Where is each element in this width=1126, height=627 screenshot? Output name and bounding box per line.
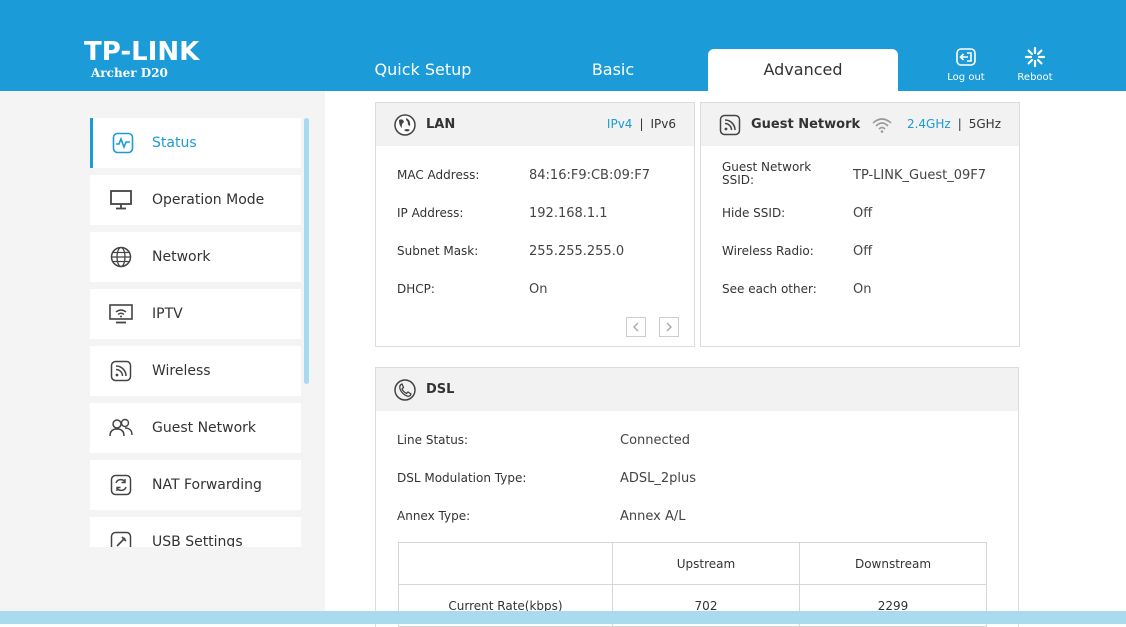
sidebar-item-label: Guest Network xyxy=(152,420,257,436)
reboot-icon xyxy=(1024,46,1046,68)
ip-version-separator: | xyxy=(639,117,644,131)
guest-title: Guest Network xyxy=(751,117,861,132)
reboot-button[interactable]: Reboot xyxy=(1005,46,1065,83)
band-24ghz-link[interactable]: 2.4GHz xyxy=(907,117,951,131)
dsl-title: DSL xyxy=(426,382,455,397)
lan-dhcp-value: On xyxy=(529,282,548,297)
sidebar-item-usb-settings[interactable]: USB Settings xyxy=(90,517,301,547)
band-separator: | xyxy=(957,117,962,131)
dsl-annex-value: Annex A/L xyxy=(620,509,686,524)
globe-icon xyxy=(394,113,416,136)
band-5ghz-link[interactable]: 5GHz xyxy=(969,117,1001,131)
sidebar-item-label: Status xyxy=(152,135,197,151)
guest-ssid-value: TP-LINK_Guest_09F7 xyxy=(853,168,986,183)
top-header: TP-LINK Archer D20 Quick Setup Basic Adv… xyxy=(0,0,1126,91)
sidebar-item-operation-mode[interactable]: Operation Mode xyxy=(90,175,301,225)
lan-subnet-label: Subnet Mask: xyxy=(397,244,479,258)
ip-version-switch: IPv4 | IPv6 xyxy=(607,103,676,146)
table-header-cell xyxy=(398,542,613,585)
dsl-line-status-value: Connected xyxy=(620,433,691,448)
guest-hide-ssid-value: Off xyxy=(853,206,873,221)
guest-users-icon xyxy=(90,418,152,438)
lan-subnet-value: 255.255.255.0 xyxy=(529,244,625,259)
lan-ip-value: 192.168.1.1 xyxy=(529,206,608,221)
lan-panel: LAN IPv4 | IPv6 MAC Address: 84:16:F9:CB:0… xyxy=(375,102,695,347)
guest-ssid-label: Guest Network SSID: xyxy=(722,161,811,187)
guest-see-each-other-value: On xyxy=(853,282,872,297)
band-switch: 2.4GHz | 5GHz xyxy=(907,103,1001,146)
sidebar-item-wireless[interactable]: Wireless xyxy=(90,346,301,396)
sidebar-item-nat-forwarding[interactable]: NAT Forwarding xyxy=(90,460,301,510)
guest-network-panel: Guest Network 2.4GHz | 5GHz Guest Network … xyxy=(700,102,1020,347)
reboot-label: Reboot xyxy=(1017,72,1053,83)
model-name: Archer D20 xyxy=(91,66,168,80)
iptv-icon xyxy=(90,304,152,324)
sidebar-scrollbar[interactable] xyxy=(304,118,309,384)
dsl-panel-header: DSL xyxy=(376,368,1018,411)
sidebar-item-status[interactable]: Status xyxy=(90,118,301,168)
table-header-row: Upstream Downstream xyxy=(398,542,987,585)
phone-icon xyxy=(394,378,416,401)
guest-radio-value: Off xyxy=(853,244,873,259)
status-icon xyxy=(93,132,152,154)
guest-hide-ssid-label: Hide SSID: xyxy=(722,206,786,220)
dsl-panel: DSL Line Status: Connected DSL Modulatio… xyxy=(375,367,1019,627)
sidebar-item-guest-network[interactable]: Guest Network xyxy=(90,403,301,453)
lan-ip-label: IP Address: xyxy=(397,206,464,220)
guest-see-each-other-label: See each other: xyxy=(722,282,817,296)
wireless-icon xyxy=(719,114,741,136)
guest-radio-label: Wireless Radio: xyxy=(722,244,814,258)
dsl-line-status-label: Line Status: xyxy=(397,433,469,447)
next-page-button[interactable] xyxy=(659,317,679,337)
dsl-annex-label: Annex Type: xyxy=(397,509,471,523)
logo-text: TP-LINK xyxy=(84,37,200,67)
ipv6-link[interactable]: IPv6 xyxy=(650,117,676,131)
guest-ssid-label-line2: SSID: xyxy=(722,173,755,187)
lan-title: LAN xyxy=(426,117,456,132)
sidebar-item-label: USB Settings xyxy=(152,534,243,547)
table-header-cell: Upstream xyxy=(612,542,800,585)
footer-bar xyxy=(0,611,1126,624)
sidebar-item-network[interactable]: Network xyxy=(90,232,301,282)
logout-button[interactable]: Log out xyxy=(936,46,996,83)
logout-label: Log out xyxy=(947,72,985,83)
lan-dhcp-label: DHCP: xyxy=(397,282,435,296)
chevron-left-icon xyxy=(633,322,639,332)
sidebar-item-label: NAT Forwarding xyxy=(152,477,262,493)
tab-basic[interactable]: Basic xyxy=(553,49,673,91)
lan-mac-label: MAC Address: xyxy=(397,168,480,182)
tab-advanced[interactable]: Advanced xyxy=(708,49,898,91)
nat-forwarding-icon xyxy=(90,474,152,496)
sidebar-menu: Status Operation Mode Network IPTV Wirel… xyxy=(90,118,302,547)
usb-settings-icon xyxy=(90,531,152,547)
chevron-right-icon xyxy=(666,322,672,332)
wifi-signal-icon xyxy=(872,117,892,133)
sidebar-item-label: IPTV xyxy=(152,306,183,322)
logout-icon xyxy=(956,48,976,66)
dsl-modulation-value: ADSL_2plus xyxy=(620,471,697,486)
table-header-cell: Downstream xyxy=(799,542,987,585)
sidebar-item-iptv[interactable]: IPTV xyxy=(90,289,301,339)
dsl-modulation-label: DSL Modulation Type: xyxy=(397,471,527,485)
lan-panel-header: LAN IPv4 | IPv6 xyxy=(376,103,694,146)
lan-mac-value: 84:16:F9:CB:09:F7 xyxy=(529,168,651,183)
wireless-icon xyxy=(90,360,152,382)
tab-quick-setup[interactable]: Quick Setup xyxy=(362,49,484,91)
guest-panel-header: Guest Network 2.4GHz | 5GHz xyxy=(701,103,1019,146)
sidebar-item-label: Operation Mode xyxy=(152,192,265,208)
prev-page-button[interactable] xyxy=(626,317,646,337)
monitor-icon xyxy=(90,190,152,210)
brand-logo: TP-LINK Archer D20 xyxy=(84,38,199,80)
sidebar-item-label: Network xyxy=(152,249,211,265)
ipv4-link[interactable]: IPv4 xyxy=(607,117,633,131)
sidebar-item-label: Wireless xyxy=(152,363,211,379)
globe-icon xyxy=(90,246,152,268)
